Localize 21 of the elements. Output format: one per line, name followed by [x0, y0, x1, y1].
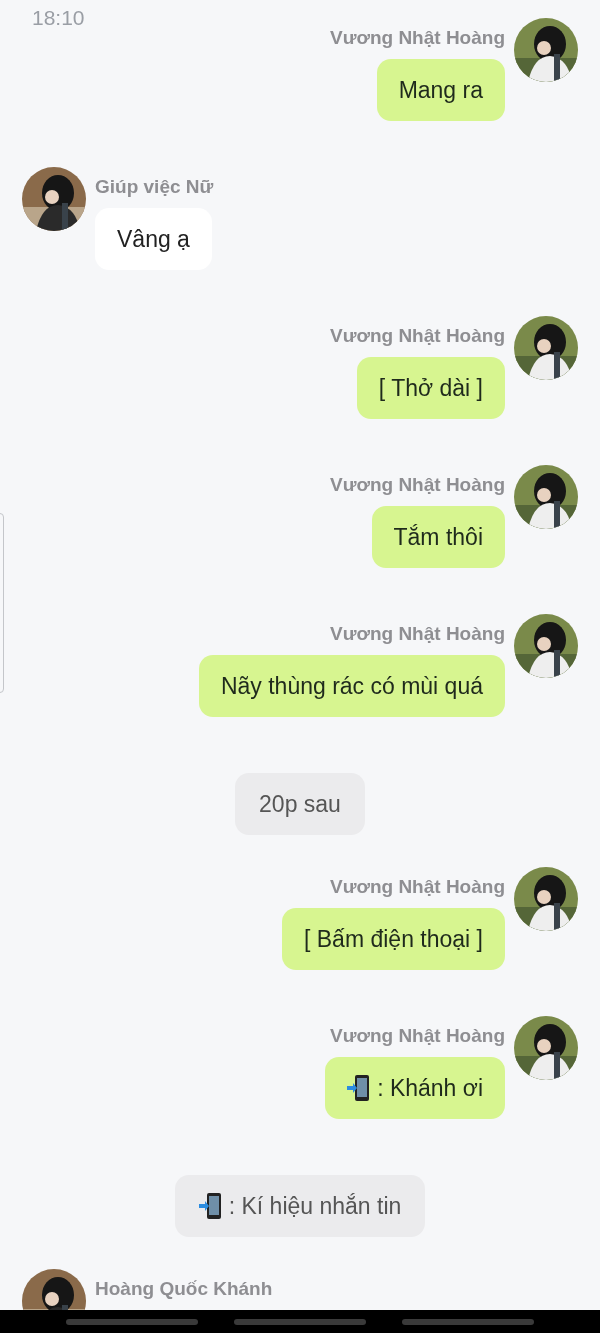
- sender-name: Vương Nhật Hoàng: [329, 876, 505, 898]
- status-time: 18:10: [32, 6, 85, 29]
- sender-name: Vương Nhật Hoàng: [329, 27, 505, 49]
- nav-handle[interactable]: [234, 1318, 366, 1325]
- sender-name: Vương Nhật Hoàng: [329, 325, 505, 347]
- message-bubble: : Khánh ơi: [325, 1057, 505, 1119]
- narration-bubble: 20p sau: [235, 773, 365, 835]
- message-bubble: Tắm thôi: [371, 506, 505, 568]
- sender-name: Hoàng Quốc Khánh: [95, 1278, 273, 1300]
- nav-handle[interactable]: [402, 1318, 534, 1325]
- message-bubble: [ Bấm điện thoại ]: [282, 908, 505, 970]
- sender-name: Vương Nhật Hoàng: [329, 474, 505, 496]
- narration-bubble: : Kí hiệu nhắn tin: [174, 1175, 426, 1237]
- sender-name: Giúp việc Nữ: [95, 176, 214, 198]
- message-bubble: Vâng ạ: [95, 208, 212, 270]
- nav-handle[interactable]: [66, 1318, 198, 1325]
- message-bubble: [ Thở dài ]: [356, 357, 505, 419]
- message-bubble: Mang ra: [376, 59, 505, 121]
- sender-name: Vương Nhật Hoàng: [329, 623, 505, 645]
- sender-name: Vương Nhật Hoàng: [329, 1025, 505, 1047]
- message-bubble: Nãy thùng rác có mùi quá: [198, 655, 505, 717]
